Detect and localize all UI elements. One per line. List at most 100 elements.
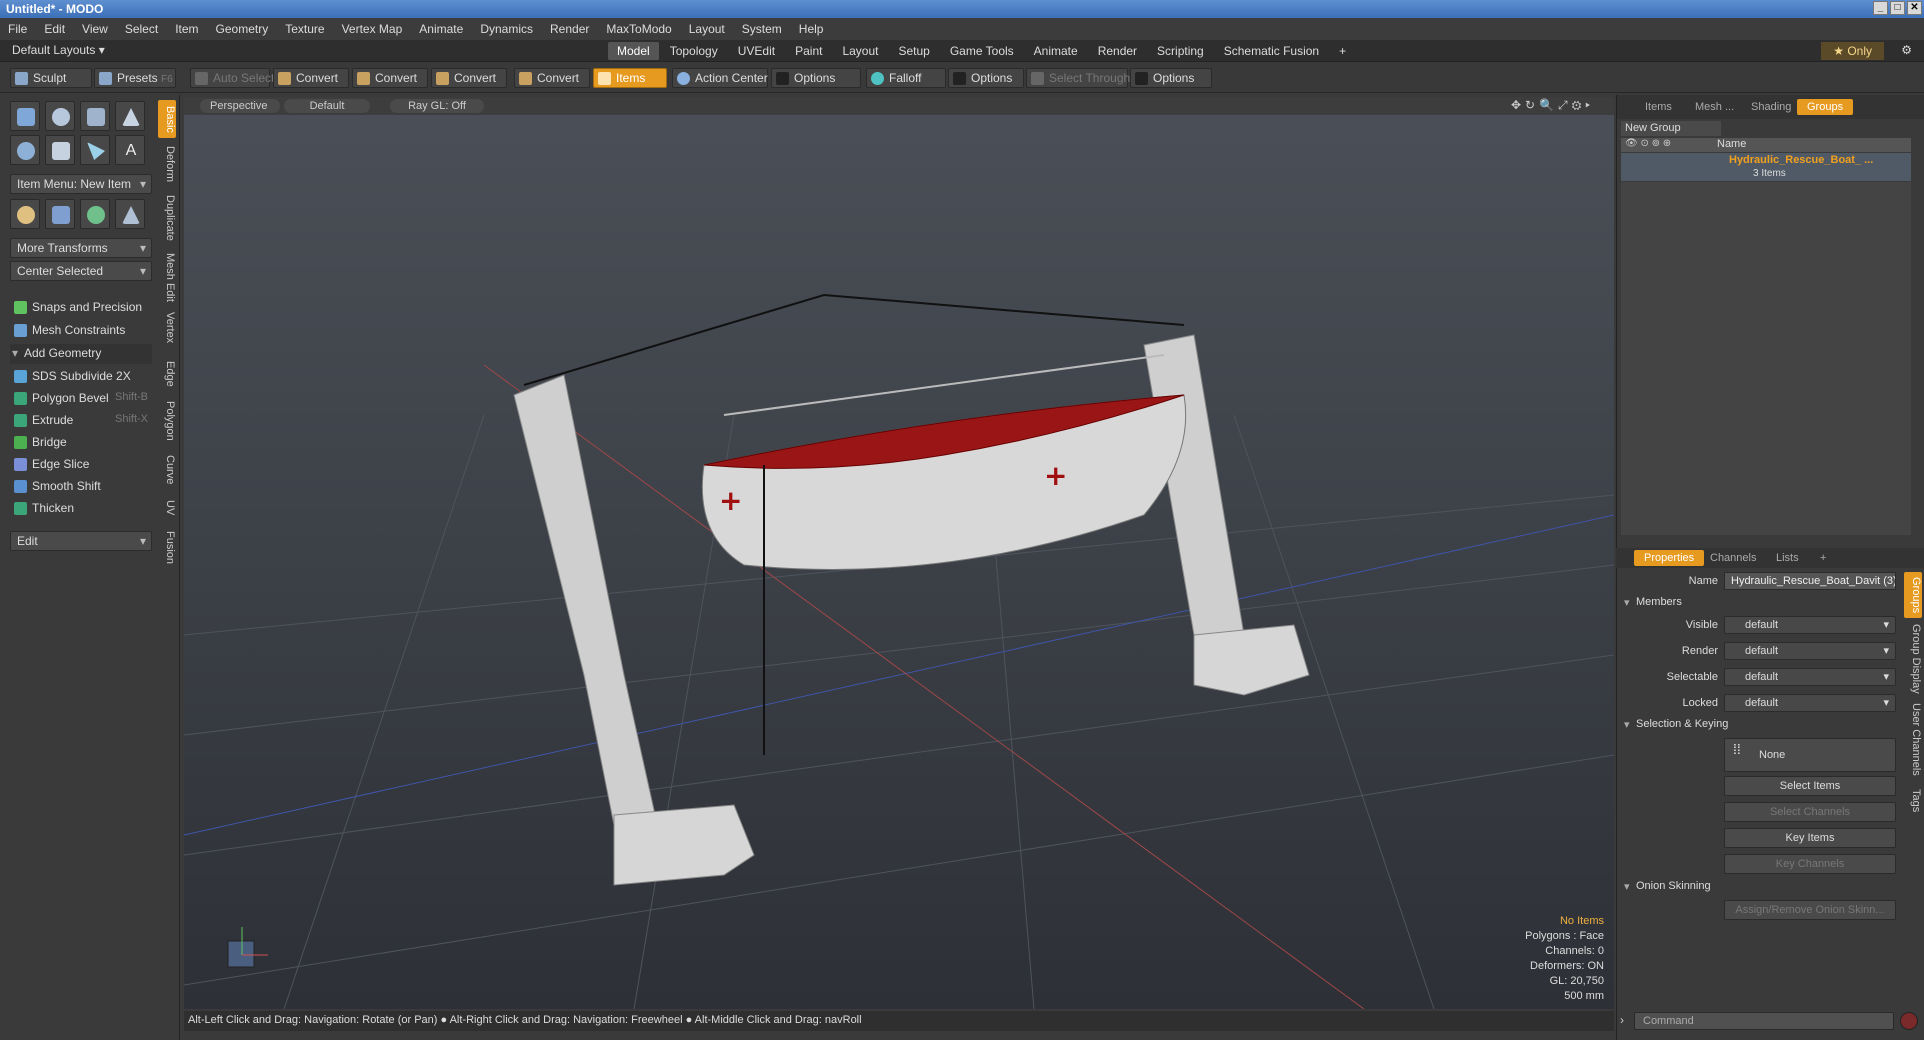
tab-paint[interactable]: Paint (786, 42, 831, 60)
tab-setup[interactable]: Setup (889, 42, 938, 60)
perspective-dropdown[interactable]: Perspective (200, 99, 280, 113)
more-transforms-dropdown[interactable]: More Transforms (10, 238, 152, 258)
group-row[interactable]: Hydraulic_Rescue_Boat_ ... 3 Items (1621, 153, 1911, 181)
record-icon[interactable] (1900, 1012, 1918, 1030)
vtab-vertex[interactable]: Vertex (158, 308, 176, 348)
select-items-button[interactable]: Select Items (1724, 776, 1896, 796)
assign-onion-skin-button[interactable]: Assign/Remove Onion Skinn... (1724, 900, 1896, 920)
tab-game-tools[interactable]: Game Tools (941, 42, 1023, 60)
menu-select[interactable]: Select (125, 22, 158, 36)
menu-geometry[interactable]: Geometry (216, 22, 269, 36)
cone-primitive-button[interactable] (115, 101, 145, 131)
menu-vertex-map[interactable]: Vertex Map (342, 22, 403, 36)
tab-topology[interactable]: Topology (661, 42, 727, 60)
convert-button-2[interactable]: Convert (352, 68, 428, 88)
sculpt-button[interactable]: Sculpt (10, 68, 92, 88)
sds-subdivide-button[interactable]: SDS Subdivide 2X (10, 367, 152, 387)
thicken-button[interactable]: Thicken (10, 499, 152, 519)
vtab-deform[interactable]: Deform (158, 142, 176, 186)
grid-button[interactable] (45, 199, 75, 229)
only-toggle[interactable]: ★ Only (1821, 42, 1884, 60)
tab-scripting[interactable]: Scripting (1148, 42, 1213, 60)
items-mode-button[interactable]: Items (593, 68, 667, 88)
edit-dropdown[interactable]: Edit (10, 531, 152, 551)
vtab-basic[interactable]: Basic (158, 100, 176, 138)
vtab-edge[interactable]: Edge (158, 356, 176, 392)
cylinder-primitive-button[interactable] (80, 101, 110, 131)
tab-render[interactable]: Render (1089, 42, 1146, 60)
convert-button-3[interactable]: Convert (431, 68, 507, 88)
key-channels-button[interactable]: Key Channels (1724, 854, 1896, 874)
tab-animate[interactable]: Animate (1025, 42, 1087, 60)
edge-slice-button[interactable]: Edge Slice (10, 455, 152, 475)
tab-properties[interactable]: Properties (1634, 550, 1705, 566)
vtab-fusion[interactable]: Fusion (158, 528, 176, 568)
polygon-bevel-button[interactable]: Polygon Bevel Shift-B (10, 389, 152, 409)
falloff-button[interactable]: Falloff (866, 68, 946, 88)
mesh-constraints-button[interactable]: Mesh Constraints (10, 321, 152, 341)
3d-viewport[interactable]: Perspective Default Ray GL: Off ✥↻🔍⤢⚙▸ +… (184, 97, 1614, 1009)
selectable-select[interactable]: default (1724, 668, 1896, 686)
menu-edit[interactable]: Edit (44, 22, 65, 36)
side-tab-groups[interactable]: Groups (1904, 572, 1922, 618)
group-name-field[interactable]: Hydraulic_Rescue_Boat_Davit (3) (1724, 572, 1896, 590)
transform-button[interactable] (10, 199, 40, 229)
torus-primitive-button[interactable] (10, 135, 40, 165)
menu-render[interactable]: Render (550, 22, 589, 36)
vtab-mesh-edit[interactable]: Mesh Edit (158, 252, 176, 302)
gear-icon[interactable]: ⚙ (1901, 43, 1912, 57)
add-tab-button[interactable]: + (1330, 42, 1355, 60)
vtab-polygon[interactable]: Polygon (158, 398, 176, 444)
members-section[interactable]: Members (1622, 596, 1914, 612)
cube-primitive-button[interactable] (10, 101, 40, 131)
center-selected-dropdown[interactable]: Center Selected (10, 261, 152, 281)
auto-select-button[interactable]: Auto Select (190, 68, 274, 88)
menu-layout[interactable]: Layout (689, 22, 725, 36)
presets-button[interactable]: Presets F6 (94, 68, 176, 88)
pen-tool-button[interactable] (80, 135, 110, 165)
smooth-shift-button[interactable]: Smooth Shift (10, 477, 152, 497)
render-select[interactable]: default (1724, 642, 1896, 660)
add-props-tab[interactable]: + (1810, 550, 1836, 566)
select-options-button[interactable]: Options (1130, 68, 1212, 88)
selection-keying-section[interactable]: Selection & Keying (1622, 718, 1914, 734)
tab-items[interactable]: Items (1635, 99, 1682, 115)
menu-dynamics[interactable]: Dynamics (480, 22, 533, 36)
tab-groups[interactable]: Groups (1797, 99, 1854, 115)
menu-system[interactable]: System (742, 22, 782, 36)
action-center-options-button[interactable]: Options (771, 68, 861, 88)
pyramid-button[interactable] (115, 199, 145, 229)
viewport-nav-icons[interactable]: ✥↻🔍⤢⚙▸ (1511, 98, 1594, 113)
tab-layout[interactable]: Layout (833, 42, 887, 60)
bridge-button[interactable]: Bridge (10, 433, 152, 453)
locked-select[interactable]: default (1724, 694, 1896, 712)
tab-mesh[interactable]: Mesh ... (1685, 99, 1744, 115)
menu-view[interactable]: View (82, 22, 108, 36)
menu-maxtomodo[interactable]: MaxToModo (606, 22, 671, 36)
falloff-options-button[interactable]: Options (948, 68, 1024, 88)
menu-animate[interactable]: Animate (419, 22, 463, 36)
extrude-button[interactable]: Extrude Shift-X (10, 411, 152, 431)
select-through-button[interactable]: Select Through (1026, 68, 1130, 88)
convert-button-1[interactable]: Convert (273, 68, 349, 88)
minimize-button[interactable]: _ (1873, 1, 1888, 15)
side-tab-group-display[interactable]: Group Display (1904, 624, 1922, 694)
raygl-dropdown[interactable]: Ray GL: Off (390, 99, 484, 113)
shading-dropdown[interactable]: Default (284, 99, 370, 113)
default-layouts-dropdown[interactable]: Default Layouts ▾ (12, 43, 105, 57)
tab-schematic-fusion[interactable]: Schematic Fusion (1215, 42, 1328, 60)
capsule-primitive-button[interactable] (45, 135, 75, 165)
convert-button-4[interactable]: Convert (514, 68, 590, 88)
action-center-button[interactable]: Action Center (672, 68, 768, 88)
select-channels-button[interactable]: Select Channels (1724, 802, 1896, 822)
tab-channels[interactable]: Channels (1700, 550, 1766, 566)
sphere-primitive-button[interactable] (45, 101, 75, 131)
new-group-button[interactable]: New Group (1621, 121, 1721, 136)
vtab-curve[interactable]: Curve (158, 452, 176, 488)
snaps-precision-button[interactable]: Snaps and Precision (10, 298, 152, 318)
visible-select[interactable]: default (1724, 616, 1896, 634)
menu-texture[interactable]: Texture (285, 22, 324, 36)
globe-button[interactable] (80, 199, 110, 229)
tab-lists[interactable]: Lists (1766, 550, 1809, 566)
menu-file[interactable]: File (8, 22, 27, 36)
